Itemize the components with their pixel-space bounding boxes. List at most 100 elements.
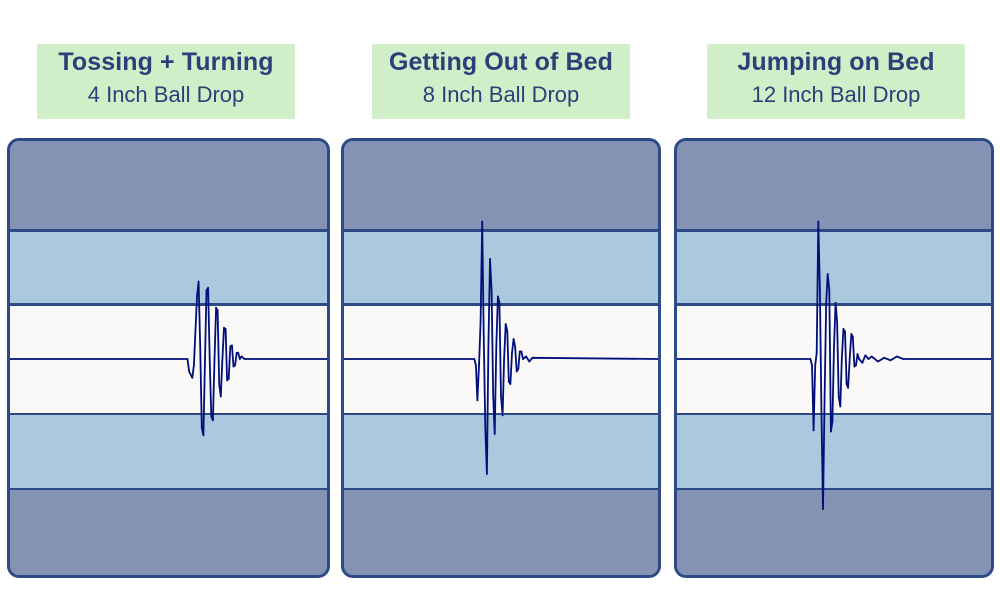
waveform-point <box>219 395 222 398</box>
waveform-point <box>205 289 208 292</box>
waveform-point <box>834 301 837 304</box>
waveform-point <box>520 350 523 353</box>
waveform-point <box>858 358 860 360</box>
waveform-point <box>503 358 505 360</box>
waveform-point <box>481 220 484 223</box>
waveform-point <box>213 358 216 360</box>
waveform-point <box>196 295 198 298</box>
waveform-point <box>819 289 821 292</box>
waveform-point <box>204 358 206 360</box>
waveform-point <box>837 395 840 398</box>
waveform-point <box>817 220 820 223</box>
waveform-point <box>476 399 479 402</box>
waveform-point <box>240 355 243 358</box>
waveform-point <box>525 355 527 358</box>
waveform-point <box>811 364 813 367</box>
waveform-panel-jumping-on-bed <box>674 138 994 578</box>
waveform-point <box>515 370 518 373</box>
waveform-line <box>10 280 327 437</box>
waveform-point <box>657 358 658 360</box>
waveform-point <box>473 358 476 360</box>
waveform-point <box>815 351 818 354</box>
waveform-point <box>344 358 345 360</box>
waveform-point <box>197 280 200 283</box>
waveform-point <box>232 365 235 368</box>
waveform-point <box>497 295 499 298</box>
waveform-chart <box>10 280 327 437</box>
waveform-panel-tossing-turning <box>7 138 330 578</box>
waveform-point <box>845 383 848 385</box>
waveform-point <box>856 353 859 355</box>
waveform-point <box>238 358 241 360</box>
waveform-point <box>509 383 512 385</box>
waveform-panel-getting-out-of-bed <box>341 138 661 578</box>
waveform-point <box>326 358 327 360</box>
waveform-point <box>193 364 195 367</box>
waveform-point <box>221 358 224 360</box>
waveform-point <box>482 333 485 335</box>
waveform-point <box>889 359 892 362</box>
waveform-point <box>229 345 232 348</box>
waveform-point <box>507 380 510 383</box>
waveform-point <box>490 289 493 292</box>
waveform-chart <box>344 220 658 475</box>
waveform-point <box>237 351 240 354</box>
waveform-point <box>877 360 879 363</box>
waveform-point <box>833 345 835 348</box>
waveform-point <box>486 473 488 475</box>
waveform-point <box>243 358 246 360</box>
label-jumping-on-bed: Jumping on Bed 12 Inch Ball Drop <box>707 44 965 119</box>
waveform-point <box>216 309 219 312</box>
waveform-point <box>825 301 828 304</box>
waveform-point <box>227 378 230 380</box>
waveform-point <box>199 345 202 348</box>
waveform-point <box>864 354 867 357</box>
waveform-point <box>234 364 237 367</box>
chart-title: Getting Out of Bed <box>389 48 613 76</box>
waveform-point <box>836 320 838 323</box>
waveform-point <box>822 508 824 510</box>
waveform-point <box>484 426 487 429</box>
waveform-point <box>501 414 504 417</box>
waveform-point <box>493 433 496 435</box>
waveform-point <box>489 258 491 260</box>
waveform-point <box>830 430 832 433</box>
waveform-point <box>478 364 480 367</box>
waveform-point <box>848 358 851 360</box>
waveform-point <box>850 333 853 335</box>
chart-title: Tossing + Turning <box>58 48 274 76</box>
waveform-point <box>826 273 829 275</box>
waveform-point <box>839 405 842 408</box>
waveform-point <box>522 358 524 360</box>
waveform-point <box>823 395 826 398</box>
label-getting-out-of-bed: Getting Out of Bed 8 Inch Ball Drop <box>372 44 630 119</box>
waveform-point <box>844 330 846 333</box>
waveform-point <box>851 335 854 338</box>
waveform-point <box>200 426 203 429</box>
waveform-point <box>215 306 218 309</box>
waveform-point <box>191 376 194 379</box>
waveform-point <box>840 358 843 360</box>
waveform-point <box>814 364 817 367</box>
waveform-point <box>990 358 991 360</box>
waveform-point <box>223 326 225 329</box>
waveform-point <box>208 358 211 360</box>
waveform-point <box>870 355 873 358</box>
waveform-point <box>479 320 482 323</box>
waveform-line <box>677 220 991 510</box>
waveform-point <box>867 358 870 360</box>
label-tossing-turning: Tossing + Turning 4 Inch Ball Drop <box>37 44 295 119</box>
waveform-point <box>487 345 490 348</box>
chart-title: Jumping on Bed <box>737 48 935 76</box>
chart-subtitle: 12 Inch Ball Drop <box>751 82 921 107</box>
waveform-point <box>847 386 849 389</box>
waveform-point <box>855 364 857 367</box>
waveform-point <box>512 338 515 340</box>
waveform-point <box>218 383 221 385</box>
chart-subtitle: 8 Inch Ball Drop <box>422 82 580 107</box>
waveform-point <box>853 365 856 368</box>
waveform-point <box>186 358 189 360</box>
waveform-point <box>812 429 815 432</box>
waveform-point <box>820 408 823 410</box>
waveform-point <box>895 355 898 358</box>
